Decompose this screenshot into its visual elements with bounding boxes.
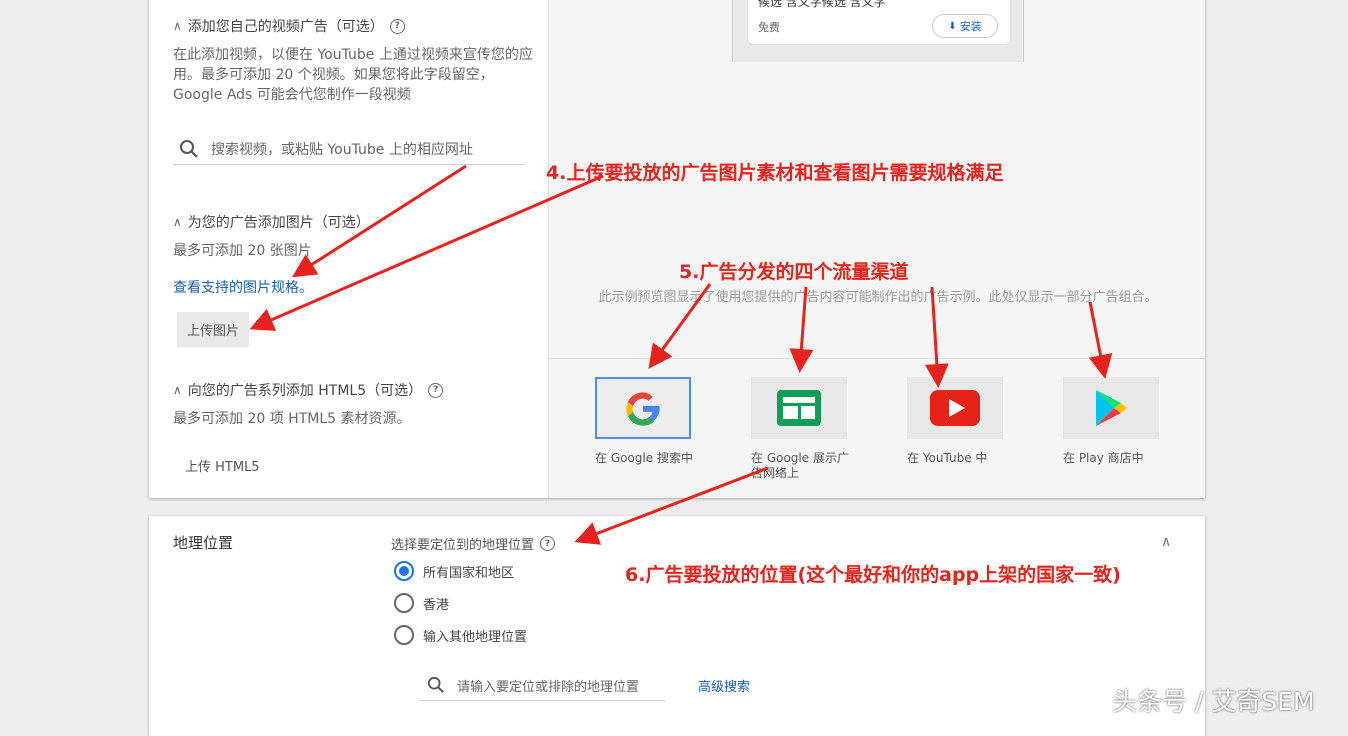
watermark: 头条号 / 艾奇SEM <box>1112 687 1315 716</box>
annotation-step-4: 4.上传要投放的广告图片素材和查看图片需要规格满足 <box>546 162 1004 184</box>
arrow-to-spec-link <box>291 164 467 278</box>
arrow-to-display-network <box>789 286 814 373</box>
arrow-to-geo-prompt <box>574 466 769 545</box>
arrow-to-google-search <box>648 283 712 369</box>
arrow-to-youtube <box>924 286 949 388</box>
annotation-step-5: 5.广告分发的四个流量渠道 <box>679 261 909 283</box>
annotation-step-6: 6.广告要投放的位置(这个最好和你的app上架的国家一致) <box>625 564 1121 586</box>
arrow-to-play-store <box>1088 301 1113 379</box>
annotation-arrows <box>249 164 1113 545</box>
arrow-to-upload-button <box>249 174 604 331</box>
